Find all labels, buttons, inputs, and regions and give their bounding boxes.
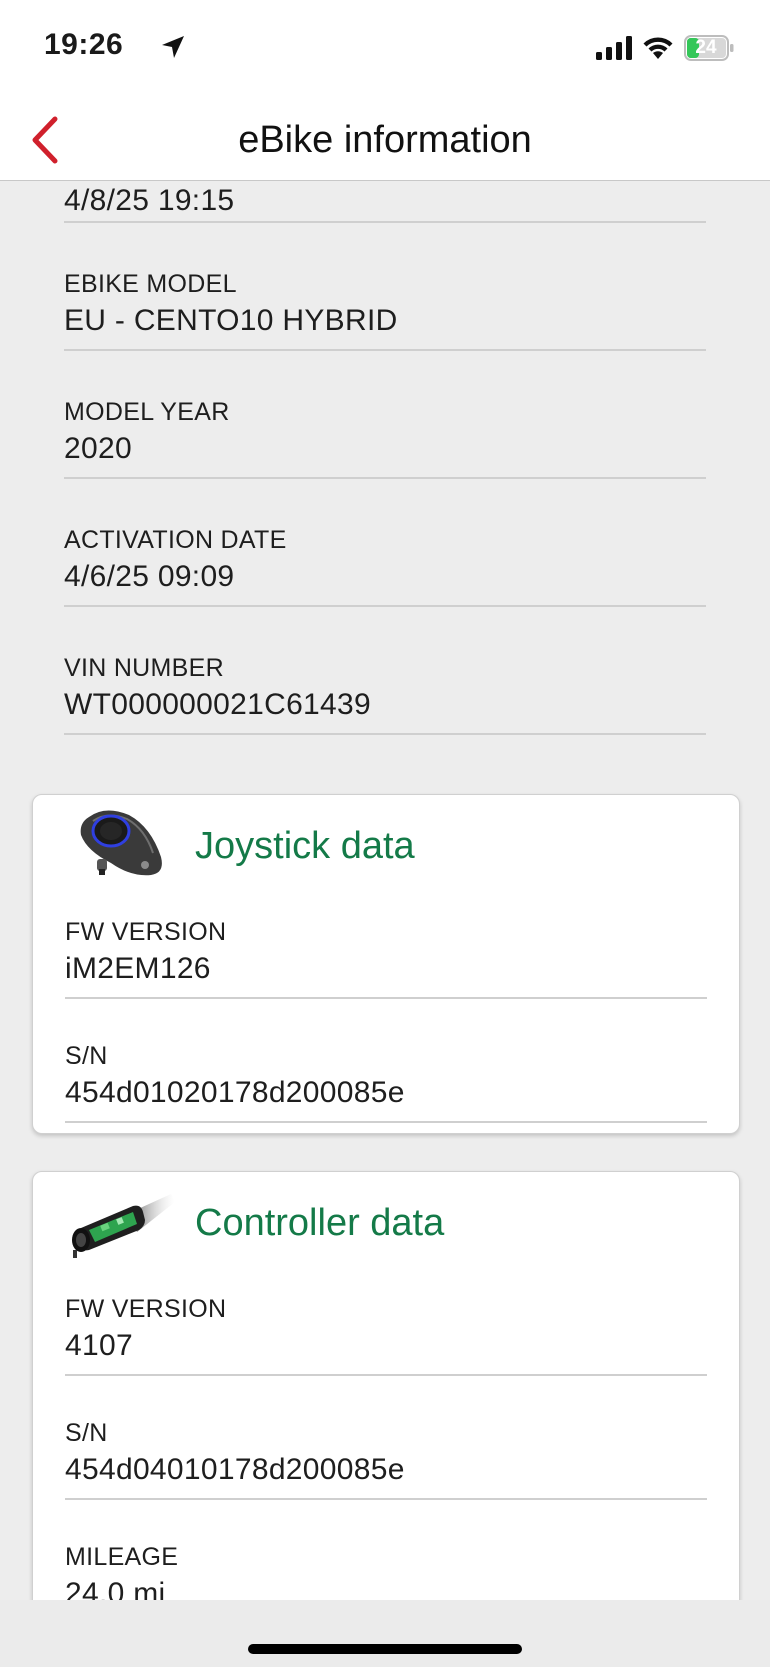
field-value: 4107: [65, 1329, 133, 1362]
field-value: 4/6/25 09:09: [64, 560, 235, 593]
field-label: MODEL YEAR: [64, 398, 230, 426]
joystick-card: Joystick data FW VERSION iM2EM126 S/N 45…: [32, 794, 740, 1134]
field-label: EBIKE MODEL: [64, 270, 237, 298]
page-title: eBike information: [238, 118, 532, 161]
field-ebike-model: EBIKE MODEL EU - CENTO10 HYBRID: [64, 269, 706, 351]
controller-card: Controller data FW VERSION 4107 S/N 454d…: [32, 1171, 740, 1600]
field-vin-number: VIN NUMBER WT000000021C61439: [64, 653, 706, 735]
field-controller-mileage: MILEAGE 24.0 mi: [65, 1542, 707, 1600]
controller-icon: [72, 1194, 175, 1258]
home-indicator[interactable]: [248, 1644, 522, 1654]
navigation-bar: eBike information: [0, 100, 770, 181]
controller-title: Controller data: [195, 1202, 445, 1244]
field-label: S/N: [65, 1042, 108, 1070]
field-label: FW VERSION: [65, 1295, 227, 1323]
battery-indicator: 24: [684, 35, 736, 66]
field-last-update: 4/8/25 19:15: [64, 181, 706, 223]
field-value: iM2EM126: [65, 952, 211, 985]
location-arrow-icon: [162, 36, 184, 58]
battery-level: 24: [695, 37, 717, 58]
field-value: 4/8/25 19:15: [64, 184, 235, 217]
field-joystick-fw-version: FW VERSION iM2EM126: [65, 917, 707, 999]
field-controller-fw-version: FW VERSION 4107: [65, 1294, 707, 1376]
status-time: 19:26: [44, 28, 124, 61]
field-controller-sn: S/N 454d04010178d200085e: [65, 1418, 707, 1500]
field-value: WT000000021C61439: [64, 688, 371, 721]
field-value: 454d01020178d200085e: [65, 1076, 405, 1109]
home-indicator-area: [0, 1600, 770, 1667]
status-bar: 19:26 24: [0, 0, 770, 100]
chevron-left-icon: [32, 116, 58, 164]
field-label: ACTIVATION DATE: [64, 526, 287, 554]
field-activation-date: ACTIVATION DATE 4/6/25 09:09: [64, 525, 706, 607]
field-label: VIN NUMBER: [64, 654, 224, 682]
field-value: 24.0 mi: [65, 1577, 166, 1600]
field-label: FW VERSION: [65, 918, 227, 946]
back-button[interactable]: [14, 110, 74, 170]
joystick-icon: [80, 810, 162, 876]
joystick-title: Joystick data: [195, 825, 415, 867]
wifi-icon: [643, 37, 673, 59]
field-value: 2020: [64, 432, 132, 465]
field-value: EU - CENTO10 HYBRID: [64, 304, 398, 337]
cellular-signal-icon: [596, 36, 632, 60]
scroll-content[interactable]: 4/8/25 19:15 EBIKE MODEL EU - CENTO10 HY…: [0, 181, 770, 1600]
field-model-year: MODEL YEAR 2020: [64, 397, 706, 479]
field-joystick-sn: S/N 454d01020178d200085e: [65, 1041, 707, 1123]
field-value: 454d04010178d200085e: [65, 1453, 405, 1486]
field-label: MILEAGE: [65, 1543, 179, 1571]
field-label: S/N: [65, 1419, 108, 1447]
